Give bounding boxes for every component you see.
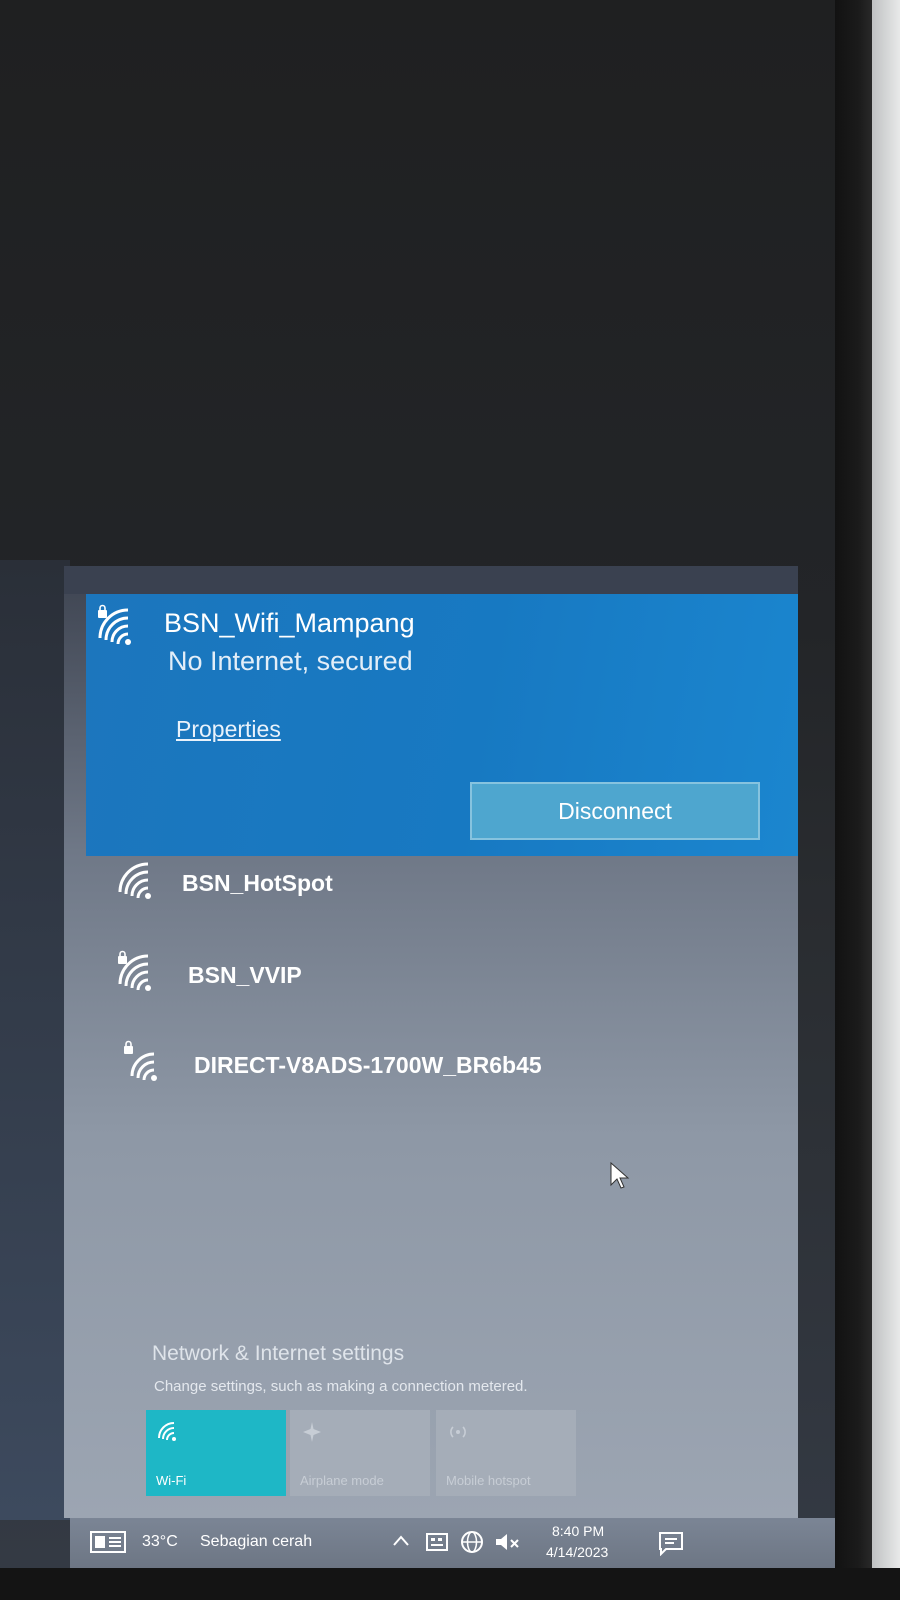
- connected-ssid: BSN_Wifi_Mampang: [164, 608, 415, 638]
- notification-center-icon[interactable]: [658, 1530, 684, 1556]
- desktop-background: [0, 560, 70, 1520]
- secured-wifi-icon: [124, 1040, 157, 1081]
- weather-temperature[interactable]: 33°C: [142, 1533, 178, 1551]
- monitor-screen: BSN_Wifi_Mampang No Internet, secured Pr…: [0, 0, 840, 1568]
- wifi-toggle-tile[interactable]: Wi-Fi: [146, 1410, 286, 1496]
- clock-time[interactable]: 8:40 PM: [552, 1523, 604, 1539]
- weather-description[interactable]: Sebagian cerah: [200, 1533, 312, 1551]
- flyout-top-strip: [64, 566, 798, 594]
- network-item-bsn-vvip[interactable]: BSN_VVIP: [104, 944, 744, 1004]
- secured-wifi-icon: [118, 950, 151, 991]
- airplane-mode-tile[interactable]: Airplane mode: [290, 1410, 430, 1496]
- network-ssid: BSN_VVIP: [188, 962, 302, 988]
- network-flyout: BSN_Wifi_Mampang No Internet, secured Pr…: [64, 566, 798, 1518]
- network-settings-link[interactable]: Network & Internet settings: [152, 1342, 404, 1366]
- connection-status: No Internet, secured: [168, 646, 413, 676]
- secured-wifi-icon: [98, 604, 131, 645]
- background-wall: [872, 0, 900, 1600]
- keyboard-icon[interactable]: [426, 1532, 448, 1552]
- network-settings-description: Change settings, such as making a connec…: [154, 1378, 528, 1395]
- weather-widget-icon[interactable]: [90, 1530, 126, 1554]
- network-item-bsn-hotspot[interactable]: BSN_HotSpot: [104, 852, 744, 912]
- wifi-icon: [118, 862, 151, 899]
- network-item-direct-printer[interactable]: DIRECT-V8ADS-1700W_BR6b45: [104, 1034, 744, 1094]
- connected-network-panel[interactable]: BSN_Wifi_Mampang No Internet, secured Pr…: [86, 594, 798, 856]
- airplane-tile-label: Airplane mode: [300, 1473, 384, 1488]
- disconnect-button[interactable]: Disconnect: [470, 782, 760, 840]
- network-ssid: BSN_HotSpot: [182, 870, 333, 896]
- network-ssid: DIRECT-V8ADS-1700W_BR6b45: [194, 1052, 542, 1078]
- hotspot-tile-label: Mobile hotspot: [446, 1473, 531, 1488]
- monitor-bezel-right: [835, 0, 875, 1600]
- globe-icon[interactable]: [460, 1530, 484, 1554]
- clock-date[interactable]: 4/14/2023: [546, 1544, 608, 1560]
- taskbar: 33°C Sebagian cerah 8:40 PM 4/14/2023: [70, 1518, 840, 1568]
- mouse-pointer-icon: [610, 1161, 630, 1189]
- wifi-tile-label: Wi-Fi: [156, 1473, 187, 1488]
- speaker-icon[interactable]: [494, 1531, 520, 1553]
- hotspot-icon: [450, 1426, 466, 1438]
- mobile-hotspot-tile[interactable]: Mobile hotspot: [436, 1410, 576, 1496]
- chevron-up-icon[interactable]: [392, 1534, 410, 1548]
- monitor-bezel-bottom: [0, 1568, 900, 1600]
- properties-link[interactable]: Properties: [176, 716, 281, 743]
- wifi-icon: [158, 1422, 176, 1441]
- airplane-icon: [303, 1422, 321, 1442]
